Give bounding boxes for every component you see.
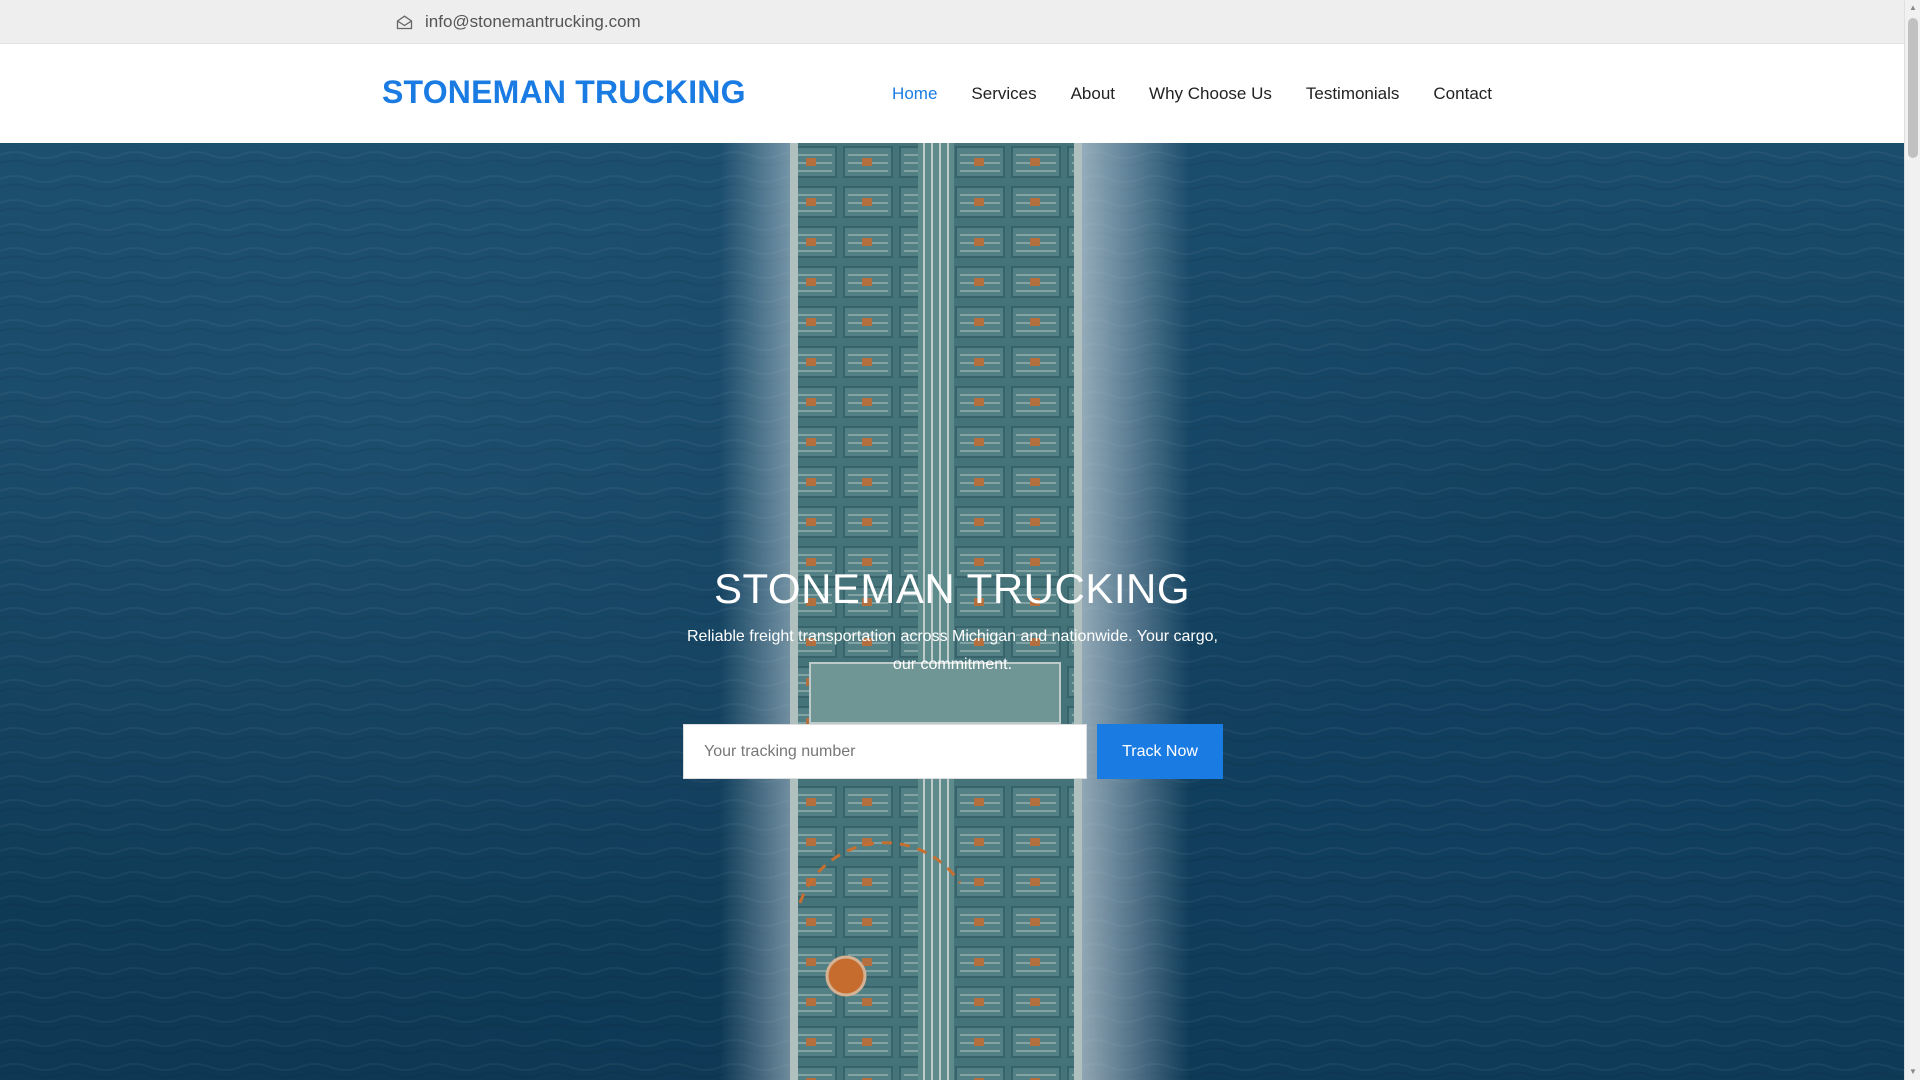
scroll-down-arrow-icon[interactable]: ▼ [1905, 1064, 1920, 1080]
scroll-up-arrow-icon[interactable]: ▲ [1905, 0, 1920, 16]
nav-link-testimonials[interactable]: Testimonials [1306, 84, 1400, 103]
hero-title: STONEMAN TRUCKING [714, 565, 1190, 612]
site-logo[interactable]: STONEMAN TRUCKING [382, 74, 746, 111]
nav-link-about[interactable]: About [1071, 84, 1115, 103]
nav-link-why-choose-us[interactable]: Why Choose Us [1149, 84, 1272, 103]
top-contact-bar: info@stonemantrucking.com [0, 0, 1904, 44]
nav-link-home[interactable]: Home [892, 84, 937, 103]
nav-item-home: Home [892, 84, 937, 104]
main-nav: Home Services About Why Choose Us Testim… [892, 84, 1492, 104]
page-scrollbar[interactable]: ▲ ▼ [1904, 0, 1920, 1080]
nav-link-services[interactable]: Services [971, 84, 1036, 103]
nav-item-why-choose-us: Why Choose Us [1149, 84, 1272, 104]
email-address[interactable]: info@stonemantrucking.com [425, 12, 641, 32]
track-now-button[interactable]: Track Now [1097, 724, 1223, 779]
nav-item-services: Services [971, 84, 1036, 104]
nav-item-testimonials: Testimonials [1306, 84, 1400, 104]
hero-content: STONEMAN TRUCKING Reliable freight trans… [0, 143, 1904, 1080]
envelope-open-icon [396, 14, 413, 30]
hero-section: STONEMAN TRUCKING Reliable freight trans… [0, 143, 1904, 1080]
site-header: STONEMAN TRUCKING Home Services About Wh… [0, 44, 1904, 143]
nav-item-about: About [1071, 84, 1115, 104]
nav-item-contact: Contact [1433, 84, 1492, 104]
tracking-number-input[interactable] [683, 724, 1087, 779]
email-contact[interactable]: info@stonemantrucking.com [396, 11, 641, 33]
page: info@stonemantrucking.com STONEMAN TRUCK… [0, 0, 1920, 1080]
scrollbar-thumb[interactable] [1908, 18, 1918, 158]
tracking-form: Track Now [683, 724, 1223, 779]
nav-link-contact[interactable]: Contact [1433, 84, 1492, 103]
hero-subtitle: Reliable freight transportation across M… [687, 628, 1218, 673]
